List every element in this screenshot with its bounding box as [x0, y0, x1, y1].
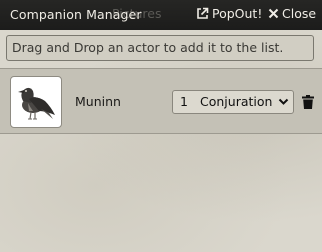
close-button[interactable]: Close	[268, 6, 316, 21]
popout-label: PopOut!	[212, 6, 263, 21]
spell-select[interactable]: 1 Conjuration	[172, 90, 294, 114]
select-count: 1	[180, 94, 188, 109]
actor-list-item: Muninn 1 Conjuration	[0, 68, 322, 134]
drop-zone-text: Drag and Drop an actor to add it to the …	[12, 40, 284, 55]
select-value: Conjuration	[200, 94, 273, 109]
actor-avatar[interactable]	[10, 76, 62, 128]
window-content: Drag and Drop an actor to add it to the …	[0, 30, 322, 252]
window-titlebar[interactable]: Pictures Companion Manager PopOut! Close	[0, 0, 322, 30]
delete-button[interactable]	[302, 94, 314, 113]
external-link-icon	[197, 7, 209, 19]
popout-button[interactable]: PopOut!	[196, 6, 262, 21]
window-title: Companion Manager	[10, 7, 142, 22]
crow-icon	[18, 87, 55, 120]
trash-icon	[302, 95, 314, 109]
actor-drop-zone[interactable]: Drag and Drop an actor to add it to the …	[6, 35, 314, 61]
close-icon	[268, 8, 279, 19]
close-label: Close	[282, 6, 317, 21]
companion-manager-window: Pictures Companion Manager PopOut! Close…	[0, 0, 322, 252]
chevron-down-icon	[278, 98, 289, 105]
actor-name: Muninn	[75, 94, 121, 109]
